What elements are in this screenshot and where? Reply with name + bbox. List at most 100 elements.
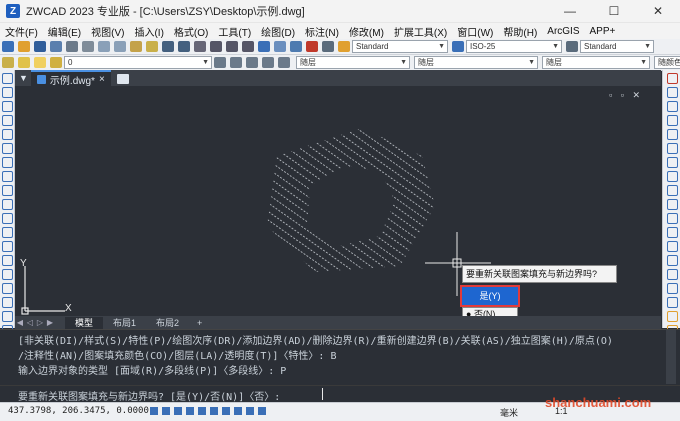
fillet-icon[interactable] xyxy=(666,269,678,280)
save-as-icon[interactable] xyxy=(50,41,62,52)
lineweight-select[interactable]: 随层 ▼ xyxy=(542,56,650,69)
menu-format[interactable]: 格式(O) xyxy=(169,24,213,39)
menu-file[interactable]: 文件(F) xyxy=(0,24,43,39)
last-tab-icon[interactable]: ▶ xyxy=(45,318,55,327)
plotstyle-select[interactable]: 随颜色 xyxy=(654,56,680,69)
menu-draw[interactable]: 绘图(D) xyxy=(256,24,300,39)
osnap-icon[interactable] xyxy=(198,407,206,415)
add-layout-tab[interactable]: + xyxy=(189,316,211,329)
gradient-icon[interactable] xyxy=(1,283,13,294)
menu-help[interactable]: 帮助(H) xyxy=(498,24,542,39)
redo-icon[interactable] xyxy=(178,41,190,52)
polygon-icon[interactable] xyxy=(1,115,13,126)
trim-icon[interactable] xyxy=(666,199,678,210)
polyline-icon[interactable] xyxy=(1,101,13,112)
option-yes[interactable]: 是(Y) xyxy=(460,285,520,307)
text-style-select[interactable]: Standard ▼ xyxy=(352,40,448,53)
ortho-icon[interactable] xyxy=(174,407,182,415)
markup-icon[interactable] xyxy=(306,41,318,52)
print-preview-icon[interactable] xyxy=(82,41,94,52)
menu-view[interactable]: 视图(V) xyxy=(86,24,129,39)
tab-model[interactable]: 模型 xyxy=(65,316,104,329)
menu-edit[interactable]: 编辑(E) xyxy=(43,24,86,39)
calculator-icon[interactable] xyxy=(322,41,334,52)
menu-modify[interactable]: 修改(M) xyxy=(344,24,389,39)
tool-palettes-icon[interactable] xyxy=(290,41,302,52)
line-icon[interactable] xyxy=(1,73,13,84)
region-icon[interactable] xyxy=(1,297,13,308)
next-tab-icon[interactable]: ▷ xyxy=(35,318,45,327)
erase-icon[interactable] xyxy=(666,73,678,84)
scale-icon[interactable] xyxy=(666,171,678,182)
new-file-icon[interactable] xyxy=(2,41,14,52)
tab-layout2[interactable]: 布局2 xyxy=(146,316,190,329)
hatch-pattern[interactable] xyxy=(267,128,435,272)
print-icon[interactable] xyxy=(66,41,78,52)
menu-arcgis[interactable]: ArcGIS xyxy=(542,26,584,37)
layer-states-icon[interactable] xyxy=(246,57,258,68)
layer-select[interactable]: 0 ▼ xyxy=(64,56,212,69)
close-button[interactable]: ✕ xyxy=(636,0,680,22)
design-center-icon[interactable] xyxy=(274,41,286,52)
zoom-previous-icon[interactable] xyxy=(242,41,254,52)
paste-icon[interactable] xyxy=(130,41,142,52)
explode-icon[interactable] xyxy=(666,283,678,294)
point-icon[interactable] xyxy=(1,255,13,266)
offset-icon[interactable] xyxy=(666,115,678,126)
new-document-icon[interactable] xyxy=(116,74,129,84)
transparency-icon[interactable] xyxy=(234,407,242,415)
copy-icon[interactable] xyxy=(114,41,126,52)
save-icon[interactable] xyxy=(34,41,46,52)
color-select[interactable]: 随层 ▼ xyxy=(296,56,410,69)
prev-tab-icon[interactable]: ◁ xyxy=(25,318,35,327)
join-icon[interactable] xyxy=(666,241,678,252)
make-current-icon[interactable] xyxy=(214,57,226,68)
layer-manager-icon[interactable] xyxy=(2,57,14,68)
zoom-realtime-icon[interactable] xyxy=(210,41,222,52)
command-scrollbar[interactable] xyxy=(666,330,676,384)
tab-list-icon[interactable]: ▼ xyxy=(19,73,28,83)
open-file-icon[interactable] xyxy=(18,41,30,52)
menu-extended-tools[interactable]: 扩展工具(X) xyxy=(389,24,452,39)
insert-block-icon[interactable] xyxy=(1,227,13,238)
dynamic-input-icon[interactable] xyxy=(258,407,266,415)
menu-tools[interactable]: 工具(T) xyxy=(213,24,256,39)
polar-icon[interactable] xyxy=(186,407,194,415)
menu-insert[interactable]: 插入(I) xyxy=(129,24,168,39)
construction-line-icon[interactable] xyxy=(1,87,13,98)
first-tab-icon[interactable]: ◀ xyxy=(15,318,25,327)
arc-icon[interactable] xyxy=(1,143,13,154)
layer-lock-icon[interactable] xyxy=(50,57,62,68)
array-icon[interactable] xyxy=(666,129,678,140)
tab-example-dwg[interactable]: 示例.dwg* × xyxy=(30,70,111,87)
dim-style-select[interactable]: ISO-25 ▼ xyxy=(466,40,562,53)
stretch-icon[interactable] xyxy=(666,185,678,196)
properties-icon[interactable] xyxy=(258,41,270,52)
make-block-icon[interactable] xyxy=(1,241,13,252)
edit-icon[interactable] xyxy=(666,311,678,322)
move-icon[interactable] xyxy=(666,143,678,154)
table-icon[interactable] xyxy=(1,311,13,322)
lineweight-toggle-icon[interactable] xyxy=(222,407,230,415)
extend-icon[interactable] xyxy=(666,213,678,224)
layer-on-icon[interactable] xyxy=(18,57,30,68)
cut-icon[interactable] xyxy=(98,41,110,52)
hatch-icon[interactable] xyxy=(1,269,13,280)
zoom-window-icon[interactable] xyxy=(226,41,238,52)
undo-icon[interactable] xyxy=(162,41,174,52)
close-tab-icon[interactable]: × xyxy=(99,74,105,85)
chamfer-icon[interactable] xyxy=(666,255,678,266)
mirror-icon[interactable] xyxy=(666,101,678,112)
selection-cycling-icon[interactable] xyxy=(246,407,254,415)
layer-freeze-icon[interactable] xyxy=(34,57,46,68)
circle-icon[interactable] xyxy=(1,157,13,168)
rotate-icon[interactable] xyxy=(666,157,678,168)
spline-icon[interactable] xyxy=(1,185,13,196)
ellipse-icon[interactable] xyxy=(1,199,13,210)
snap-icon[interactable] xyxy=(162,407,170,415)
otrack-icon[interactable] xyxy=(210,407,218,415)
menu-window[interactable]: 窗口(W) xyxy=(452,24,498,39)
linetype-select[interactable]: 随层 ▼ xyxy=(414,56,538,69)
rectangle-icon[interactable] xyxy=(1,129,13,140)
revcloud-icon[interactable] xyxy=(1,171,13,182)
